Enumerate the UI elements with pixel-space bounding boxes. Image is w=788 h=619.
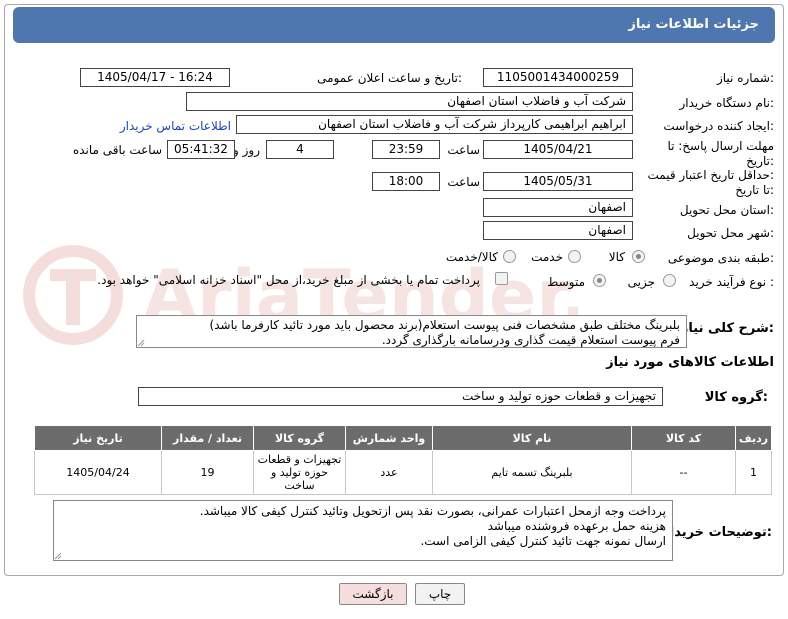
category-service-label: خدمت [531, 250, 563, 264]
back-button[interactable]: بازگشت [339, 583, 407, 605]
cell-unit: عدد [345, 450, 433, 495]
cell-row: 1 [735, 450, 772, 495]
page-title: جزئیات اطلاعات نیاز [13, 7, 775, 43]
cell-code: -- [631, 450, 736, 495]
buyer-contact-link[interactable]: اطلاعات تماس خریدار [120, 118, 231, 134]
resize-grip-icon[interactable] [137, 339, 145, 347]
reply-time-field[interactable]: 23:59 [372, 140, 440, 159]
resize-grip-icon[interactable] [54, 552, 62, 560]
print-button[interactable]: چاپ [415, 583, 465, 605]
description-line-2: فرم پیوست استعلام قیمت گذاری ودرسامانه ب… [381, 333, 680, 347]
price-validity-time-field[interactable]: 18:00 [372, 172, 440, 191]
buyer-org-label: نام دستگاه خریدار: [679, 96, 775, 110]
col-code: کد کالا [631, 425, 736, 451]
process-medium-label: متوسط [547, 275, 585, 289]
reply-deadline-label: مهلت ارسال پاسخ: تا [667, 139, 774, 153]
requester-field[interactable]: ابراهیم ابراهیمی کارپرداز شرکت آب و فاضل… [236, 115, 633, 134]
remaining-time-label: ساعت باقی مانده [72, 143, 162, 157]
buyer-org-field[interactable]: شرکت آب و فاضلاب استان اصفهان [186, 92, 633, 111]
remaining-time-field[interactable]: 05:41:32 [167, 140, 235, 159]
category-label: طبقه بندی موضوعی: [667, 251, 774, 265]
need-number-label: شماره نیاز: [716, 71, 774, 85]
description-line-1: بلبرینگ مختلف طبق مشخصات فنی پیوست استعل… [209, 318, 680, 332]
process-minor-label: جزیی [627, 275, 655, 289]
cell-qty: 19 [161, 450, 254, 495]
requester-label: ایجاد کننده درخواست: [663, 119, 774, 133]
category-goods-radio[interactable] [632, 250, 645, 263]
watermark-logo-icon [23, 245, 123, 345]
city-field[interactable]: اصفهان [483, 221, 633, 240]
buyer-notes-label: توضیحات خریدار: [662, 525, 772, 540]
need-number-field[interactable]: 1105001434000259 [483, 68, 633, 87]
table-row[interactable]: 1 -- بلبرینگ تسمه تایم عدد تجهیزات و قطع… [34, 450, 772, 495]
description-textarea[interactable]: بلبرینگ مختلف طبق مشخصات فنی پیوست استعل… [136, 315, 687, 348]
cell-date: 1405/04/24 [34, 450, 162, 495]
cell-group: تجهیزات و قطعات حوزه تولید و ساخت [253, 450, 346, 495]
category-service-radio[interactable] [568, 250, 581, 263]
price-validity-time-label: ساعت [447, 175, 480, 189]
col-unit: واحد شمارش [345, 425, 433, 451]
description-label: شرح کلی نیاز: [680, 321, 774, 336]
treasury-note: پرداخت تمام یا بخشی از مبلغ خرید،از محل … [97, 273, 480, 287]
col-group: گروه کالا [253, 425, 346, 451]
col-date: تاریخ نیاز [34, 425, 162, 451]
col-qty: تعداد / مقدار [161, 425, 254, 451]
province-field[interactable]: اصفهان [483, 198, 633, 217]
reply-date-field[interactable]: 1405/04/21 [483, 140, 633, 159]
announce-field[interactable]: 1405/04/17 - 16:24 [80, 68, 230, 87]
buyer-notes-line-3: ارسال نمونه جهت تائید کنترل کیفی الزامی … [420, 534, 666, 548]
col-name: نام کالا [432, 425, 632, 451]
price-validity-label: حداقل تاریخ اعتبار قیمت: [647, 168, 774, 182]
category-both-label: کالا/خدمت [445, 250, 498, 264]
process-medium-radio[interactable] [593, 274, 606, 287]
category-both-radio[interactable] [503, 250, 516, 263]
col-row: ردیف [735, 425, 772, 451]
reply-time-label: ساعت [447, 143, 480, 157]
items-table-header: ردیف کد کالا نام کالا واحد شمارش گروه کا… [34, 425, 772, 451]
goods-info-heading: اطلاعات کالاهای مورد نیاز [606, 355, 774, 370]
category-goods-label: کالا [608, 250, 625, 264]
buyer-notes-line-2: هزینه حمل برعهده فروشنده میباشد [487, 519, 666, 533]
buyer-notes-line-1: پرداخت وجه ازمحل اعتبارات عمرانی، بصورت … [199, 504, 666, 518]
goods-group-field[interactable]: تجهیزات و قطعات حوزه تولید و ساخت [138, 387, 663, 406]
goods-group-label: گروه کالا: [704, 390, 768, 405]
price-validity-label-2: تا تاریخ: [735, 183, 774, 197]
reply-days-field[interactable]: 4 [266, 140, 334, 159]
city-label: شهر محل تحویل: [687, 226, 774, 240]
buyer-notes-textarea[interactable]: پرداخت وجه ازمحل اعتبارات عمرانی، بصورت … [53, 500, 673, 561]
announce-label: تاریخ و ساعت اعلان عمومی: [317, 71, 462, 85]
items-table: ردیف کد کالا نام کالا واحد شمارش گروه کا… [34, 425, 772, 495]
cell-name: بلبرینگ تسمه تایم [432, 450, 632, 495]
price-validity-date-field[interactable]: 1405/05/31 [483, 172, 633, 191]
process-minor-radio[interactable] [663, 274, 676, 287]
province-label: استان محل تحویل: [679, 203, 774, 217]
process-label: نوع فرآیند خرید : [689, 275, 774, 289]
reply-days-label: روز و [233, 143, 260, 157]
treasury-checkbox[interactable] [495, 272, 508, 285]
